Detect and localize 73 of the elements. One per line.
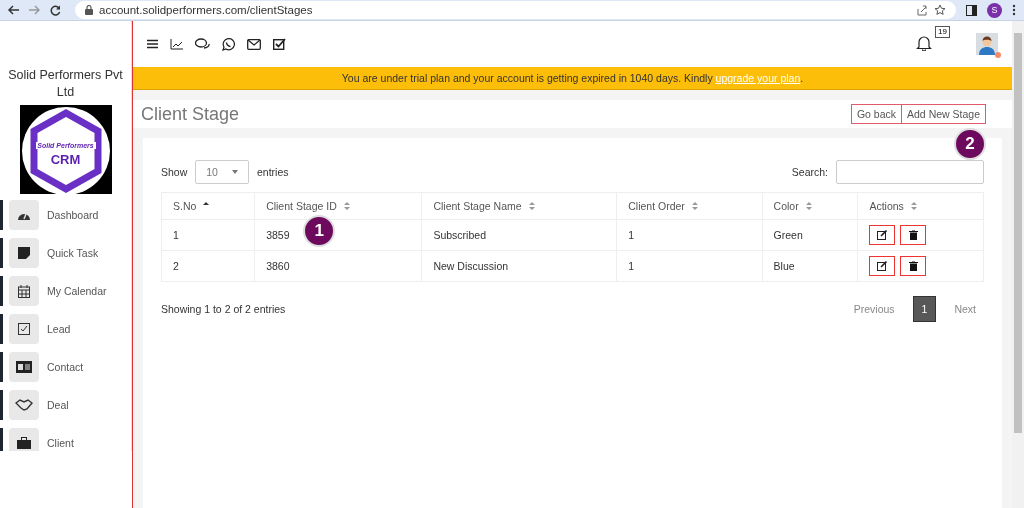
column-header[interactable]: Client Stage Name xyxy=(421,192,617,220)
page-size-select[interactable]: 10 xyxy=(195,160,249,184)
sidebar-item[interactable]: Client xyxy=(0,428,131,451)
edit-icon xyxy=(877,230,888,240)
line-chart-icon[interactable] xyxy=(170,38,183,50)
sidebar-item[interactable]: Quick Task xyxy=(0,238,131,269)
pagination-button[interactable]: Previous xyxy=(845,297,903,321)
notification-count: 19 xyxy=(935,25,950,38)
profile-avatar[interactable]: S xyxy=(987,2,1002,18)
contact-card-icon xyxy=(16,361,32,374)
header-button[interactable]: Add New Stage xyxy=(902,104,986,124)
delete-button[interactable] xyxy=(900,225,927,245)
calendar-icon xyxy=(18,284,30,298)
step-badge: 2 xyxy=(954,128,986,160)
trash-icon xyxy=(908,261,918,271)
column-header[interactable]: Client Order xyxy=(616,192,763,220)
menu-icon[interactable] xyxy=(1012,4,1016,16)
checkbox-icon xyxy=(18,323,30,336)
trial-message: You are under trial plan and your account is getting expired in 1040 days. Kindly upgrade your plan. xyxy=(341,72,804,84)
bell-icon[interactable] xyxy=(916,33,932,51)
column-header[interactable]: Color xyxy=(762,192,858,220)
edit-button[interactable] xyxy=(869,256,896,276)
column-header[interactable]: Client Stage ID xyxy=(254,192,422,220)
pagination-button[interactable]: 1 xyxy=(912,296,937,322)
star-icon[interactable] xyxy=(934,4,946,16)
address-bar[interactable]: account.solidperformers.com/clientStages xyxy=(75,1,956,19)
column-header[interactable]: S.No xyxy=(161,192,255,220)
share-icon[interactable] xyxy=(916,4,928,16)
sidebar-item[interactable]: Contact xyxy=(0,352,131,383)
entries-info: Showing 1 to 2 of 2 entries xyxy=(161,303,286,315)
pagination-button[interactable]: Next xyxy=(946,297,984,321)
scrollbar[interactable] xyxy=(1012,21,1024,508)
sidebar-item[interactable]: Lead xyxy=(0,314,131,345)
table-cell: 3859 xyxy=(266,229,290,241)
table-cell: 1 xyxy=(616,250,763,282)
url-text: account.solidperformers.com/clientStages xyxy=(99,4,313,16)
sidebar-item[interactable]: My Calendar xyxy=(0,276,131,307)
edit-icon xyxy=(877,261,888,271)
table-cell: Green xyxy=(762,219,858,251)
briefcase-icon xyxy=(17,437,31,450)
company-name: Solid Performers Pvt Ltd xyxy=(7,67,124,101)
show-label: Show xyxy=(161,166,188,178)
search-field[interactable] xyxy=(836,160,984,184)
phone-bubble-icon[interactable] xyxy=(222,37,235,51)
chat-icon[interactable] xyxy=(195,38,210,50)
table-cell: 2 xyxy=(161,250,255,282)
note-icon xyxy=(18,247,30,260)
table-cell: Blue xyxy=(762,250,858,282)
table-cell: 1 xyxy=(161,219,255,251)
table-cell: 3860 xyxy=(266,260,290,272)
sidebar-item[interactable]: Dashboard xyxy=(0,200,131,231)
menu-icon[interactable] xyxy=(147,39,158,49)
lock-icon xyxy=(85,5,93,15)
header-button[interactable]: Go back xyxy=(850,104,903,124)
table-cell: Subscribed xyxy=(421,219,617,251)
table-cell: New Discussion xyxy=(421,250,617,282)
mail-icon[interactable] xyxy=(247,38,261,50)
checkbox-icon[interactable] xyxy=(273,38,286,50)
entries-label: entries xyxy=(256,166,289,178)
delete-button[interactable] xyxy=(900,256,927,276)
sidebar-icon[interactable] xyxy=(966,4,977,16)
column-header[interactable]: Actions xyxy=(857,192,984,220)
reload-icon[interactable] xyxy=(50,4,61,16)
edit-button[interactable] xyxy=(869,225,896,245)
caret-icon xyxy=(231,170,238,174)
user-avatar[interactable] xyxy=(976,33,998,55)
trash-icon xyxy=(908,230,918,240)
step-badge: 1 xyxy=(303,215,336,247)
search-label: Search: xyxy=(791,166,828,178)
back-icon[interactable] xyxy=(8,5,19,15)
page-title: Client Stage xyxy=(141,103,240,125)
sidebar-item[interactable]: Deal xyxy=(0,390,131,421)
table-cell: 1 xyxy=(616,219,763,251)
